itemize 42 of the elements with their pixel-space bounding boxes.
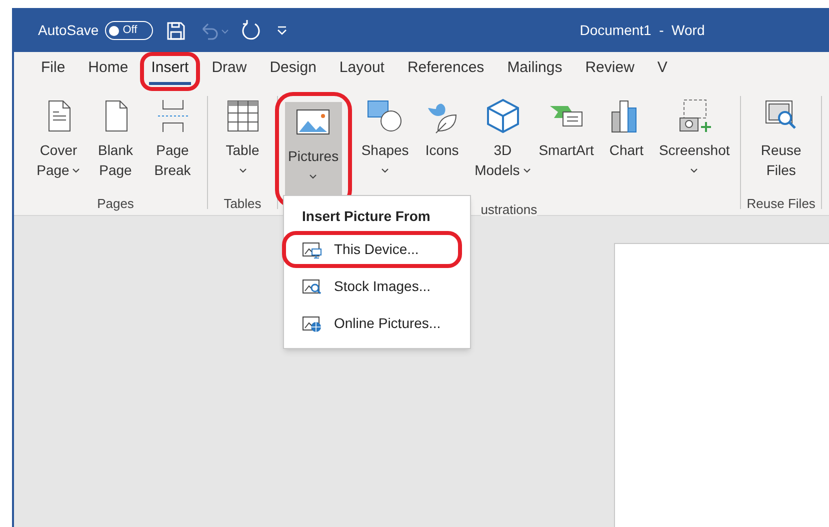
shapes-icon [367,98,404,134]
caret-icon [381,168,390,172]
ribbon-tab[interactable]: Draw [200,52,258,91]
ribbon-tab[interactable]: File [30,52,76,91]
table-icon [224,98,260,134]
menu-heading: Insert Picture From [301,207,432,226]
menu-item[interactable]: This Device... [282,231,462,268]
caret-icon [522,168,531,172]
ribbon-button[interactable]: Page Break [145,96,200,192]
customize-toolbar-icon[interactable] [276,26,287,35]
picture-globe-icon [302,314,322,332]
ribbon-tab[interactable]: Layout [328,52,396,91]
ribbon-tab[interactable]: Review [574,52,646,91]
ribbon-button[interactable]: SmartArt [536,96,597,192]
ribbon-tab[interactable]: Design [258,52,328,91]
ribbon-button[interactable]: Icons [414,96,470,192]
caret-icon [238,168,246,172]
ribbon-tab[interactable]: Home [77,52,140,91]
ribbon-tab[interactable]: Mailings [496,52,574,91]
menu-item[interactable]: Online Pictures... [282,305,462,342]
autosave-toggle[interactable]: Off [104,21,153,40]
ribbon-tab[interactable]: Insert [140,52,200,91]
ribbon-button[interactable]: 3D Models [472,96,534,192]
window-title: Document1 - Word [580,21,705,40]
ribbon-tab[interactable]: References [396,52,496,91]
ribbon-button[interactable]: Chart [598,96,654,192]
ribbon-tab[interactable]: V [646,52,678,91]
caret-icon [72,168,80,172]
ribbon-button[interactable]: Reuse Files [754,96,809,192]
ribbon-button[interactable]: Table [215,96,270,192]
save-icon[interactable] [166,20,186,40]
picture-monitor-icon [302,240,322,258]
ribbon-button[interactable]: Shapes [358,96,413,192]
ribbon-button[interactable]: Cover Page [31,96,86,192]
picture-search-icon [302,278,322,296]
ribbon-button[interactable]: Screenshot [656,96,733,192]
caret-icon [309,174,318,178]
menu-item[interactable]: Stock Images... [282,268,462,305]
caret-icon [690,168,698,172]
cube-icon [484,98,521,134]
ribbon-button[interactable]: Blank Page [88,96,143,192]
autosave-label: AutoSave [38,21,99,40]
